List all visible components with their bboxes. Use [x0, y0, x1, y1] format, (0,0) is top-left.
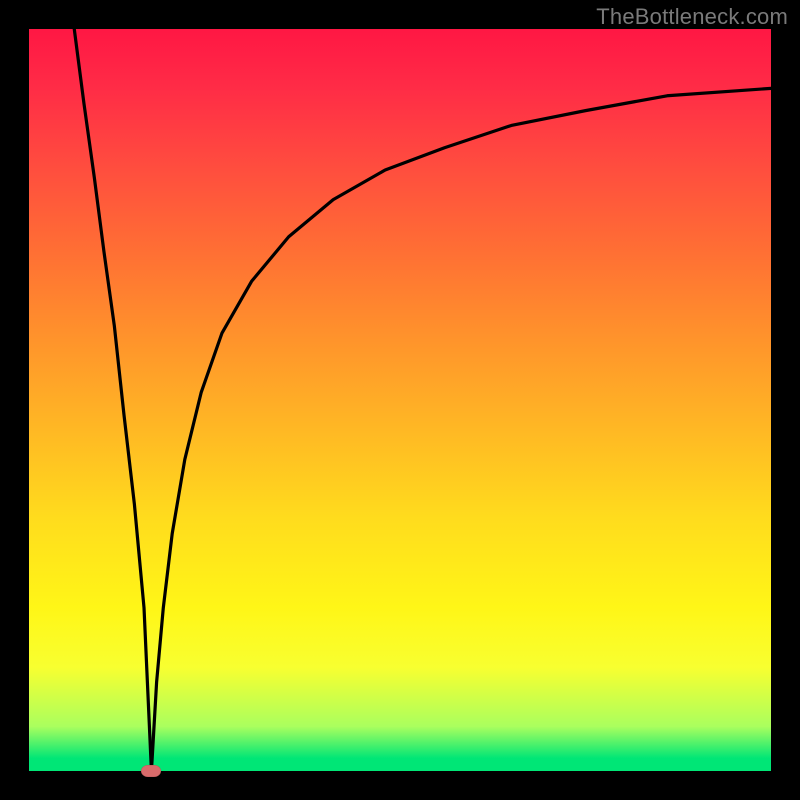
- bottleneck-curve: [29, 29, 771, 771]
- watermark-text: TheBottleneck.com: [596, 4, 788, 30]
- chart-frame: TheBottleneck.com: [0, 0, 800, 800]
- plot-area: [29, 29, 771, 771]
- minimum-marker: [141, 765, 161, 777]
- curve-right: [151, 88, 771, 771]
- curve-left: [74, 29, 151, 771]
